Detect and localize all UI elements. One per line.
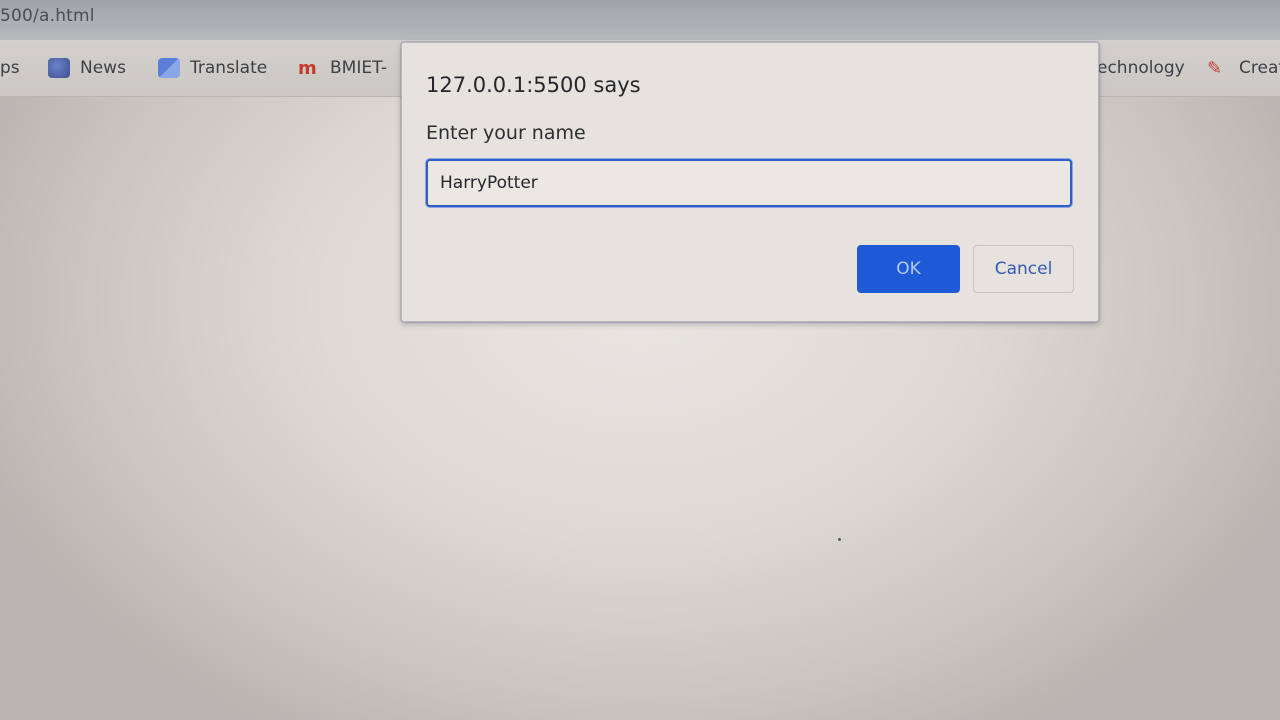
bookmark-apps-label: ps	[0, 58, 20, 78]
screen-speck	[838, 538, 841, 541]
dialog-title: 127.0.0.1:5500 says	[426, 73, 641, 97]
news-icon	[48, 58, 70, 78]
bookmark-news-label: News	[80, 58, 126, 78]
bookmark-technology[interactable]: echnology	[1097, 55, 1185, 81]
bookmark-translate[interactable]: Translate	[158, 55, 267, 81]
ok-button[interactable]: OK	[857, 245, 960, 293]
bookmark-create[interactable]: ✎ Creat	[1207, 55, 1280, 81]
bmiet-icon: m	[298, 58, 317, 79]
bookmark-create-label: Creat	[1239, 58, 1280, 78]
browser-viewport: 500/a.html ps News Translate m BMIET- ec…	[0, 0, 1280, 720]
name-input[interactable]	[426, 159, 1072, 207]
bookmark-bmiet[interactable]: m BMIET-	[298, 55, 387, 81]
prompt-dialog: 127.0.0.1:5500 says Enter your name OK C…	[401, 42, 1099, 322]
address-bar[interactable]: 500/a.html	[0, 0, 1280, 40]
dialog-message: Enter your name	[426, 122, 586, 144]
translate-icon	[158, 58, 180, 78]
create-icon: ✎	[1207, 58, 1223, 79]
cancel-button[interactable]: Cancel	[973, 245, 1074, 293]
bookmark-technology-label: echnology	[1097, 58, 1185, 78]
bookmark-apps[interactable]: ps	[0, 55, 20, 81]
bookmark-bmiet-label: BMIET-	[330, 58, 388, 78]
bookmark-news[interactable]: News	[48, 55, 126, 81]
address-url[interactable]: 500/a.html	[0, 6, 95, 26]
bookmark-translate-label: Translate	[190, 58, 268, 78]
